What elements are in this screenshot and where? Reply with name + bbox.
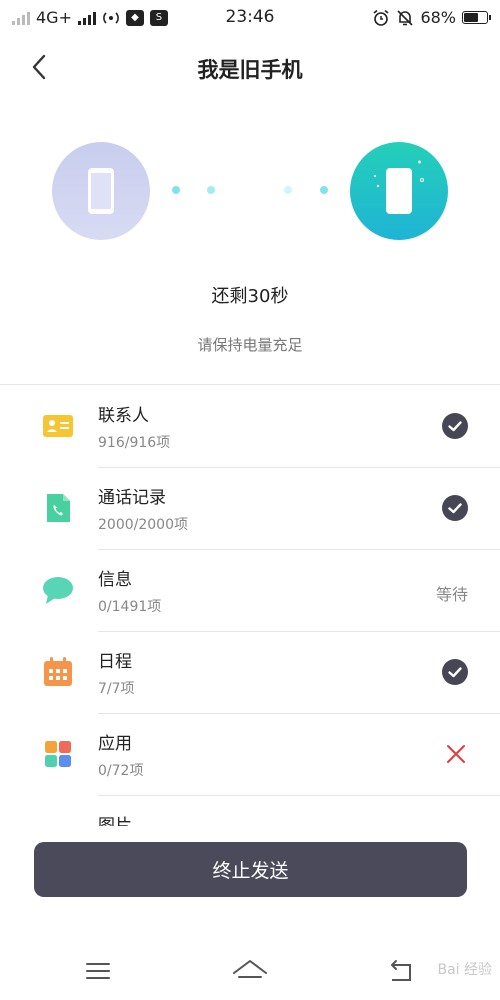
list-item-calendar[interactable]: 日程 7/7项 [0,632,500,714]
item-count: 0/72项 [98,763,144,779]
home-icon [233,960,267,978]
back-nav-button[interactable] [382,953,422,989]
transfer-illustration [0,140,500,250]
item-name: 日程 [98,652,132,672]
item-count: 2000/2000项 [98,517,188,533]
header: 我是旧手机 [0,40,500,96]
transfer-dot [172,186,180,194]
transfer-list[interactable]: 联系人 916/916项 通话记录 2000/2000项 信息 0/1491项 … [0,386,500,826]
status-bar: 4G+ ◆ S 23:46 68% [0,0,500,36]
apps-grid-icon [45,741,71,767]
item-name: 图片 [98,816,132,826]
list-item-messages[interactable]: 信息 0/1491项 等待 [0,550,500,632]
waiting-status: 等待 [435,585,468,604]
watermark: Bai 经验 [437,962,492,978]
remaining-time: 还剩30秒 [211,286,289,307]
list-item-pictures[interactable]: 图片 [0,796,500,826]
message-bubble-icon [43,577,73,604]
back-icon [391,960,411,981]
battery-percent: 68% [420,8,456,27]
check-icon [442,413,468,439]
new-phone-circle [350,142,448,240]
page-title: 我是旧手机 [197,58,303,82]
navigation-bar: Bai 经验 [0,945,500,1000]
home-button[interactable] [230,953,270,989]
menu-button[interactable] [78,953,118,989]
item-name: 信息 [98,570,132,590]
call-log-icon [47,494,70,522]
item-name: 联系人 [98,406,149,426]
check-icon [442,659,468,685]
item-count: 0/1491项 [98,599,162,615]
battery-hint: 请保持电量充足 [197,336,303,354]
calendar-icon [44,657,72,686]
battery-fill [464,13,478,22]
close-icon [447,745,465,763]
divider [0,384,500,385]
list-item-contacts[interactable]: 联系人 916/916项 [0,386,500,468]
item-count: 7/7项 [98,681,135,697]
list-item-call-log[interactable]: 通话记录 2000/2000项 [0,468,500,550]
item-name: 应用 [98,734,132,754]
list-item-apps[interactable]: 应用 0/72项 [0,714,500,796]
menu-icon [86,963,110,979]
status-right: 68% [372,8,491,27]
mute-bell-icon [397,9,414,26]
picture-icon [42,820,74,826]
item-name: 通话记录 [98,488,166,508]
check-icon [442,495,468,521]
transfer-dot [320,186,328,194]
battery-icon [462,11,491,24]
new-phone-icon [374,160,424,214]
transfer-dot [207,186,215,194]
old-phone-circle [52,142,150,240]
item-count: 916/916项 [98,435,171,451]
stop-sending-button[interactable]: 终止发送 [34,842,467,897]
alarm-icon [373,9,389,26]
transfer-dot [284,186,292,194]
contact-card-icon [43,415,73,437]
old-phone-icon [88,168,114,214]
